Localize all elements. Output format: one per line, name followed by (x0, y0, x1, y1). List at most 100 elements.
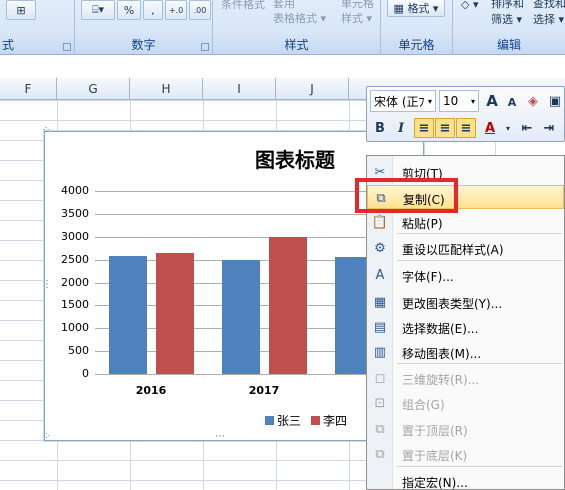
menu-item-label: 字体(F)... (402, 270, 454, 284)
ribbon-group-cells: ▦ 格式 ▾ 单元格 (381, 0, 453, 55)
chart-title[interactable]: 图表标题 (255, 144, 335, 173)
bar-zhangsan-2017[interactable] (222, 259, 260, 374)
align-right-button[interactable]: ≡ (456, 118, 476, 138)
column-header-h[interactable]: H (130, 78, 203, 100)
format-label: 格式 (407, 2, 430, 15)
align-center-icon: ≡ (439, 120, 451, 136)
bold-button[interactable]: B (370, 118, 390, 138)
menu-item-label: 组合(G) (402, 398, 445, 412)
ribbon: ⊞ 式 ⌸▾ % , +.0 .00 数字 条件格式 套用 表格格式 ▾ 单元格样… (0, 0, 565, 55)
alignment-launcher-icon[interactable] (63, 43, 71, 51)
font-color-button[interactable]: A (480, 118, 500, 138)
legend-entry-zhangsan: 张三 (265, 412, 301, 429)
menu-item-group[interactable]: ⊡ 组合(G) (367, 391, 564, 415)
paste-icon: 📋 (371, 214, 389, 230)
resize-handle-bottom[interactable]: ⋯ (215, 432, 225, 442)
italic-button[interactable]: I (391, 118, 411, 138)
find-select-button[interactable]: 查找和 选择 ▾ (533, 0, 565, 28)
bar-lisi-2016[interactable] (156, 252, 194, 374)
percent-button[interactable]: % (117, 0, 141, 20)
legend-label-zhangsan: 张三 (277, 414, 302, 428)
table-format-button[interactable]: 套用 表格格式 ▾ (273, 0, 326, 26)
bold-icon: B (375, 120, 385, 136)
group-label-number: 数字 (131, 38, 156, 52)
conditional-format-button[interactable]: 条件格式 (221, 0, 265, 12)
merge-center-button[interactable]: ⊞ (6, 0, 36, 20)
font-size-select[interactable]: 10 ▾ (439, 90, 479, 112)
number-launcher-icon[interactable] (201, 43, 209, 51)
menu-item-macro[interactable]: 指定宏(N)... (367, 469, 564, 490)
decrease-decimal-button[interactable]: .00 (189, 0, 211, 20)
macro-icon (372, 473, 388, 489)
grow-font-icon: A (486, 92, 498, 110)
column-header-g[interactable]: G (57, 78, 130, 100)
align-center-button[interactable]: ≡ (435, 118, 455, 138)
resize-handle-topleft[interactable]: ⁘ (42, 126, 50, 136)
bar-zhangsan-2016[interactable] (109, 256, 147, 374)
y-tick-label: 3000 (61, 229, 89, 243)
sort-filter-button[interactable]: 排序和 筛选 ▾ (491, 0, 524, 28)
y-tick-label: 1000 (61, 321, 89, 335)
cell-style-button[interactable]: 单元格 样式 ▾ (341, 0, 374, 26)
menu-item-label: 移动图表(M)... (402, 347, 482, 361)
font-color-dropdown[interactable]: ▾ (498, 118, 518, 138)
italic-icon: I (397, 120, 405, 136)
group-label-cells: 单元格 (398, 38, 435, 52)
chevron-down-icon: ▾ (470, 96, 475, 106)
y-tick-label: 1500 (61, 298, 89, 312)
legend-swatch-zhangsan (265, 416, 274, 425)
column-header-i[interactable]: I (203, 78, 276, 100)
menu-item-bring-front[interactable]: ⧉ 置于顶层(R) (367, 417, 564, 441)
ribbon-group-styles: 条件格式 套用 表格格式 ▾ 单元格 样式 ▾ 样式 (213, 0, 381, 55)
group-label-styles: 样式 (284, 38, 309, 52)
increase-decimal-button[interactable]: +.0 (165, 0, 187, 20)
menu-item-select-data[interactable]: ▤ 选择数据(E)... (367, 315, 564, 339)
shrink-font-icon: A (507, 95, 517, 109)
group-icon: ⊡ (374, 395, 386, 411)
column-header-f[interactable]: F (0, 78, 57, 100)
format-painter-button[interactable]: ▣ (545, 91, 565, 111)
menu-item-label: 三维旋转(R)... (402, 373, 480, 387)
chevron-down-icon: ▾ (427, 96, 432, 106)
menu-separator (397, 466, 562, 467)
menu-item-label: 选择数据(E)... (402, 322, 479, 336)
menu-item-paste[interactable]: 📋 粘贴(P) (367, 210, 564, 234)
menu-separator (397, 260, 562, 261)
font-name-value: 宋体 (正ﾌ (374, 94, 425, 109)
increase-indent-button[interactable]: ⇥ (539, 118, 559, 138)
align-right-icon: ≡ (460, 120, 472, 136)
align-left-button[interactable]: ≡ (414, 118, 434, 138)
legend-label-lisi: 李四 (323, 414, 348, 428)
menu-item-label: 粘贴(P) (402, 217, 443, 231)
decrease-indent-button[interactable]: ⇤ (517, 118, 537, 138)
font-name-select[interactable]: 宋体 (正ﾌ ▾ (370, 90, 436, 112)
menu-item-label: 置于顶层(R) (402, 424, 468, 438)
ribbon-group-editing: ◇ ▾ 排序和 筛选 ▾ 查找和 选择 ▾ 编辑 (453, 0, 565, 55)
menu-item-label: 更改图表类型(Y)... (402, 297, 503, 311)
accounting-format-button[interactable]: ⌸▾ (81, 0, 115, 20)
shrink-font-button[interactable]: A (502, 92, 522, 112)
chevron-down-icon: ▾ (505, 123, 510, 133)
menu-item-rotate-3d[interactable]: ◻ 三维旋转(R)... (367, 366, 564, 390)
y-tick-label: 0 (82, 367, 89, 380)
move-chart-icon: ▥ (373, 344, 387, 360)
align-left-icon: ≡ (418, 120, 430, 136)
format-button[interactable]: ▦ 格式 ▾ (387, 0, 445, 17)
fill-color-button[interactable]: ◈ (523, 91, 543, 111)
resize-handle-bottomleft[interactable]: ⁘ (42, 432, 50, 442)
bar-lisi-2017[interactable] (269, 236, 307, 374)
menu-item-move-chart[interactable]: ▥ 移动图表(M)... (367, 340, 564, 364)
grow-font-button[interactable]: A (482, 91, 502, 111)
paint-bucket-icon: ◈ (528, 93, 538, 109)
menu-item-send-back[interactable]: ⧉ 置于底层(K) (367, 442, 564, 466)
clear-button[interactable]: ◇ ▾ (461, 0, 478, 11)
font-color-icon: A (484, 120, 496, 136)
menu-item-reset-style[interactable]: ⚙ 重设以匹配样式(A) (367, 236, 564, 260)
y-tick-label: 500 (68, 344, 89, 358)
comma-button[interactable]: , (143, 0, 163, 20)
y-tick-label: 4000 (61, 184, 89, 197)
reset-style-icon: ⚙ (374, 240, 386, 256)
menu-item-chart-type[interactable]: ▦ 更改图表类型(Y)... (367, 290, 564, 314)
menu-item-font[interactable]: A 字体(F)... (367, 263, 564, 287)
column-header-j[interactable]: J (276, 78, 349, 100)
